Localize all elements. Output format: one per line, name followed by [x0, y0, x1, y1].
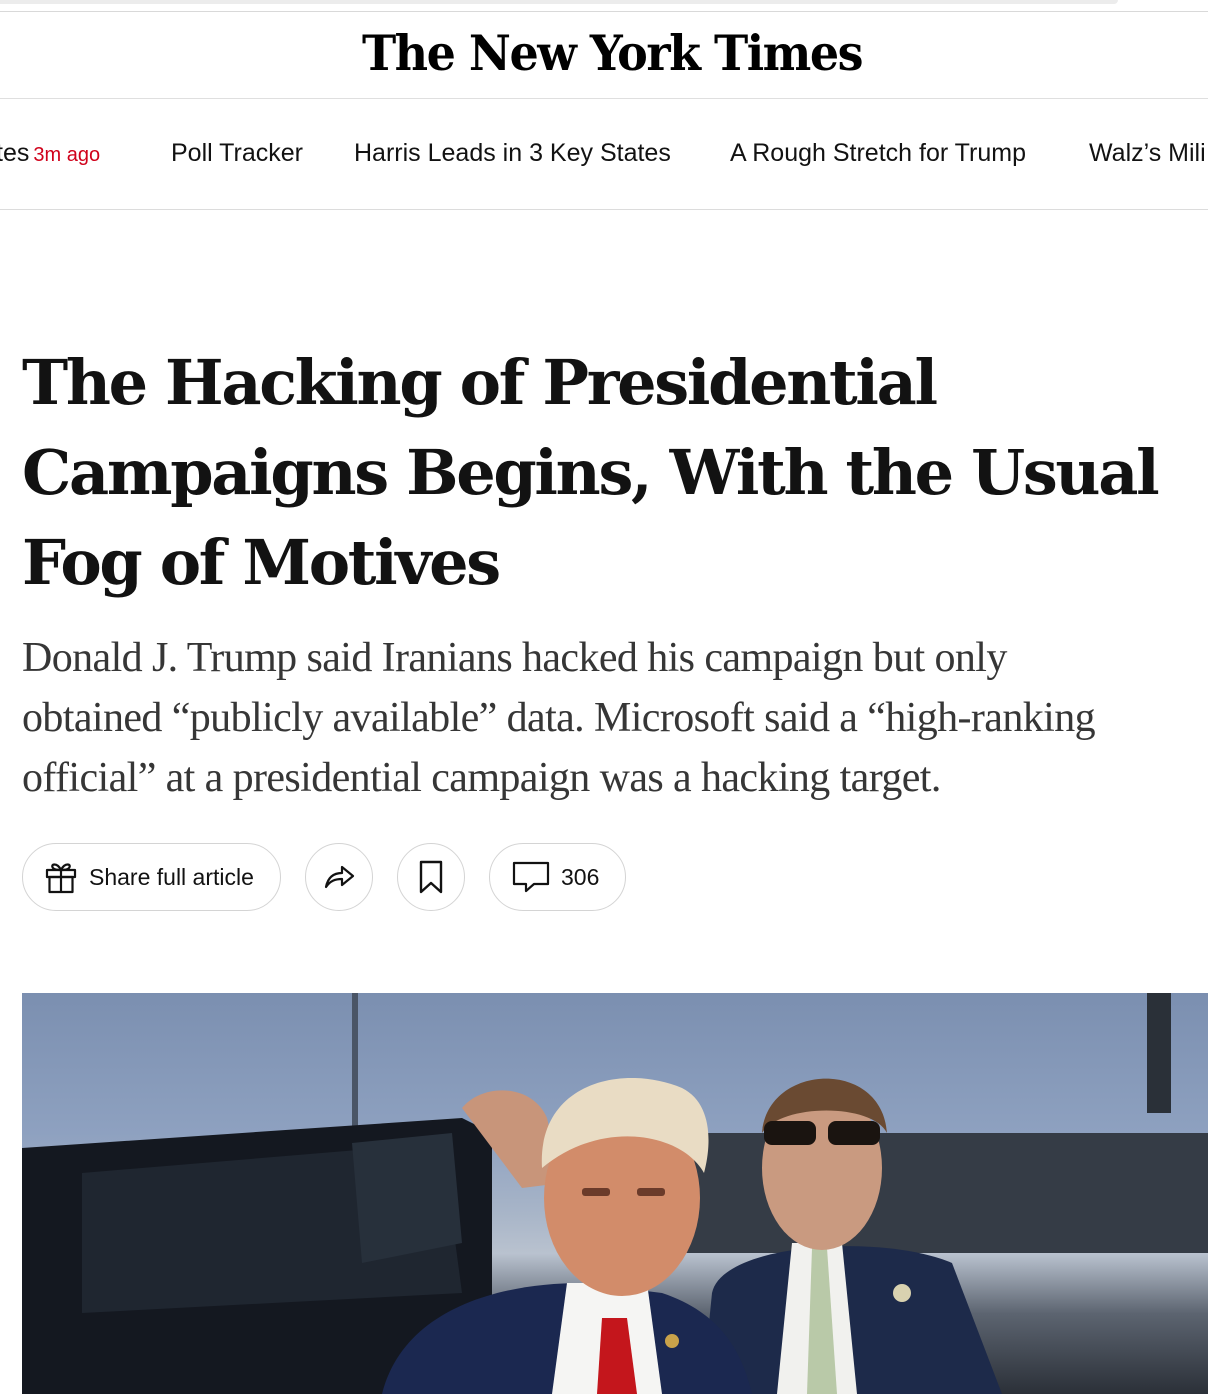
nav-item-walz[interactable]: Walz’s Mili: [1089, 139, 1206, 168]
comments-button[interactable]: 306: [489, 843, 626, 911]
article-summary: Donald J. Trump said Iranians hacked his…: [22, 635, 1096, 801]
nav-item-live-updates[interactable]: tes3m ago: [0, 139, 100, 168]
share-full-article-label: Share full article: [89, 863, 254, 890]
comment-bubble-icon: [511, 859, 551, 895]
article-lead-photo: [22, 993, 1208, 1394]
nav-item-label: tes: [0, 139, 30, 167]
nav-item-label: A Rough Stretch for Trump: [730, 139, 1026, 167]
nav-item-rough-stretch[interactable]: A Rough Stretch for Trump: [730, 139, 1026, 168]
horizontal-scrollbar[interactable]: [0, 0, 1118, 4]
nyt-logo[interactable]: The New York Times: [362, 25, 864, 82]
nav-item-label: Harris Leads in 3 Key States: [354, 139, 671, 167]
share-button[interactable]: [305, 843, 373, 911]
nav-item-label: Poll Tracker: [171, 139, 303, 167]
comments-count: 306: [561, 863, 600, 890]
save-button[interactable]: [397, 843, 465, 911]
masthead: The New York Times: [0, 12, 1208, 99]
live-updates-nav: tes3m ago Poll Tracker Harris Leads in 3…: [0, 99, 1208, 210]
lead-photo-illustration: [22, 993, 1208, 1394]
nav-item-label: Walz’s Mili: [1089, 139, 1206, 167]
browser-top-strip: [0, 0, 1208, 12]
nav-item-harris-leads[interactable]: Harris Leads in 3 Key States: [354, 139, 671, 168]
article-headline: The Hacking of Presidential Campaigns Be…: [22, 346, 1160, 599]
share-arrow-icon: [320, 858, 358, 896]
article-actions: Share full article 306: [22, 843, 722, 911]
nav-item-timestamp: 3m ago: [33, 144, 101, 166]
share-full-article-button[interactable]: Share full article: [22, 843, 281, 911]
gift-icon: [43, 859, 79, 895]
bookmark-icon: [416, 858, 446, 896]
nav-item-poll-tracker[interactable]: Poll Tracker: [171, 139, 303, 168]
